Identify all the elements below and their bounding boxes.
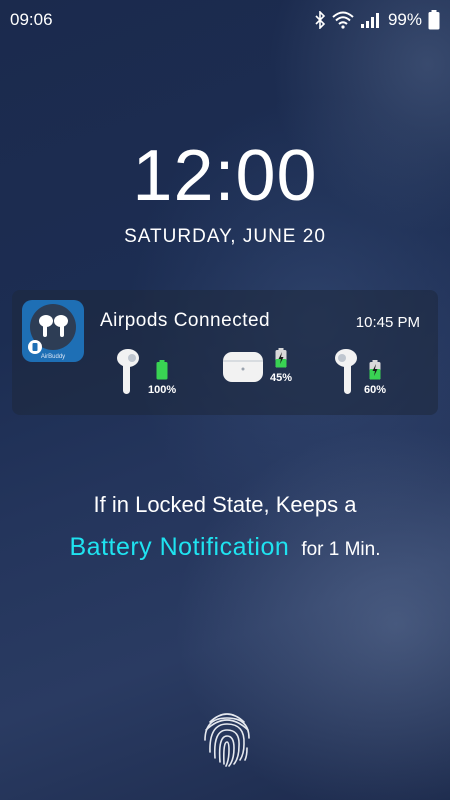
app-icon-label: AirBuddy [40,354,66,360]
battery-badge-icon [28,340,42,354]
promo-highlight: Battery Notification [69,533,290,561]
case-status: 45% [222,348,292,384]
airpods-case-icon [223,352,263,382]
left-airpod-battery: 100% [148,384,177,396]
wifi-icon [332,11,354,29]
right-airpod-battery: 60% [364,384,387,396]
promo-line-1: If in Locked State, Keeps a [93,492,357,517]
fingerprint-icon[interactable] [200,708,254,768]
left-airpod-status: 100% [116,348,176,396]
status-bar: 09:06 99% [0,0,450,40]
notification-time: 10:45 PM [355,314,420,331]
right-airpod-status: 60% [332,348,386,396]
battery-percent: 99% [387,10,422,29]
lock-date: SATURDAY, JUNE 20 [124,226,326,247]
promo-tail: for 1 Min. [301,539,381,560]
bluetooth-icon [315,11,326,29]
signal-icon [360,13,379,28]
notification-title: Airpods Connected [100,310,271,331]
right-airpod-icon [335,349,357,394]
status-time: 09:06 [10,10,53,29]
airpods-notification[interactable]: AirBuddy Airpods Connected 10:45 PM 100% [12,290,438,415]
case-battery: 45% [270,372,293,384]
left-airpod-icon [117,349,139,394]
battery-full-icon [156,360,168,380]
status-icons: 99% [314,10,440,30]
battery-icon [428,10,440,30]
promo-line-2: Battery Notification for 1 Min. [0,533,450,562]
battery-charging-icon [369,360,381,380]
lock-clock: 12:00 [132,136,318,216]
app-icon: AirBuddy [22,300,84,362]
battery-charging-icon [275,348,287,368]
